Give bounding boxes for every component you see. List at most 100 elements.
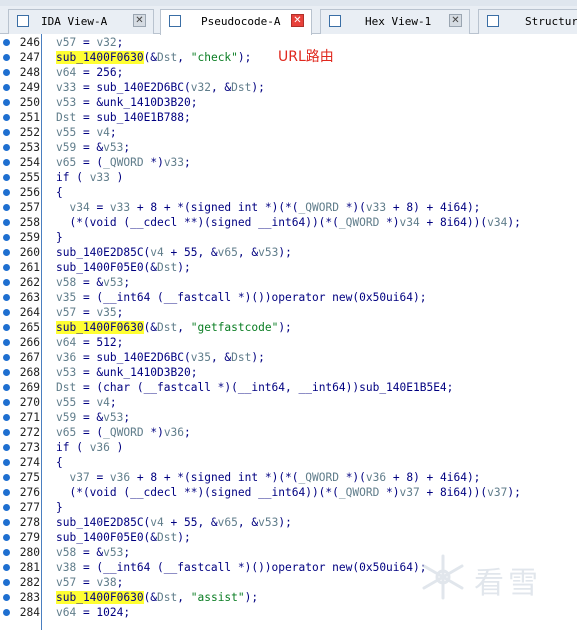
code-text[interactable]: v55 = v4; <box>56 125 117 140</box>
code-text[interactable]: sub_1400F05E0(&Dst); <box>56 260 191 275</box>
breakpoint-dot-icon[interactable] <box>3 564 10 571</box>
tab-structure[interactable]: Structure <box>478 9 577 34</box>
code-line[interactable]: 269 Dst = (char (__fastcall *)(__int64, _… <box>0 380 577 395</box>
code-text[interactable]: sub_1400F0630(&Dst, "assist"); <box>56 590 258 605</box>
code-text[interactable]: v57 = v35; <box>56 305 123 320</box>
code-line[interactable]: 275 v37 = v36 + 8 + *(signed int *)(*(_Q… <box>0 470 577 485</box>
code-text[interactable]: v58 = &v53; <box>56 545 130 560</box>
breakpoint-dot-icon[interactable] <box>3 174 10 181</box>
code-text[interactable]: sub_1400F05E0(&Dst); <box>56 530 191 545</box>
code-text[interactable]: sub_140E2D85C(v4 + 55, &v65, &v53); <box>56 245 292 260</box>
breakpoint-dot-icon[interactable] <box>3 444 10 451</box>
code-text[interactable]: } <box>56 230 63 245</box>
breakpoint-dot-icon[interactable] <box>3 504 10 511</box>
code-line[interactable]: 277} <box>0 500 577 515</box>
breakpoint-dot-icon[interactable] <box>3 324 10 331</box>
breakpoint-dot-icon[interactable] <box>3 519 10 526</box>
breakpoint-dot-icon[interactable] <box>3 204 10 211</box>
breakpoint-dot-icon[interactable] <box>3 384 10 391</box>
code-line[interactable]: 255 if ( v33 ) <box>0 170 577 185</box>
breakpoint-dot-icon[interactable] <box>3 399 10 406</box>
code-text[interactable]: v58 = &v53; <box>56 275 130 290</box>
breakpoint-dot-icon[interactable] <box>3 414 10 421</box>
code-text[interactable]: v53 = &unk_1410D3B20; <box>56 365 197 380</box>
code-text[interactable]: { <box>56 455 63 470</box>
code-text[interactable]: v65 = (_QWORD *)v33; <box>56 155 191 170</box>
code-text[interactable]: v64 = 512; <box>56 335 123 350</box>
breakpoint-dot-icon[interactable] <box>3 114 10 121</box>
code-line[interactable]: 266 v64 = 512; <box>0 335 577 350</box>
code-line[interactable]: 273 if ( v36 ) <box>0 440 577 455</box>
tab-hex-view-1[interactable]: Hex View-1 ✕ <box>320 9 470 34</box>
breakpoint-dot-icon[interactable] <box>3 579 10 586</box>
code-line[interactable]: 262 v58 = &v53; <box>0 275 577 290</box>
code-text[interactable]: (*(void (__cdecl **)(signed __int64))(*(… <box>56 215 520 230</box>
code-line[interactable]: 251 Dst = sub_140E1B788; <box>0 110 577 125</box>
code-line[interactable]: 249 v33 = sub_140E2D6BC(v32, &Dst); <box>0 80 577 95</box>
code-text[interactable]: v55 = v4; <box>56 395 117 410</box>
breakpoint-dot-icon[interactable] <box>3 309 10 316</box>
breakpoint-dot-icon[interactable] <box>3 129 10 136</box>
code-line[interactable]: 271 v59 = &v53; <box>0 410 577 425</box>
breakpoint-dot-icon[interactable] <box>3 144 10 151</box>
code-line[interactable]: 254 v65 = (_QWORD *)v33; <box>0 155 577 170</box>
code-line[interactable]: 261 sub_1400F05E0(&Dst); <box>0 260 577 275</box>
close-icon[interactable]: ✕ <box>133 14 146 27</box>
breakpoint-dot-icon[interactable] <box>3 264 10 271</box>
breakpoint-dot-icon[interactable] <box>3 474 10 481</box>
breakpoint-dot-icon[interactable] <box>3 39 10 46</box>
breakpoint-dot-icon[interactable] <box>3 339 10 346</box>
code-line[interactable]: 276 (*(void (__cdecl **)(signed __int64)… <box>0 485 577 500</box>
code-line[interactable]: 257 v34 = v33 + 8 + *(signed int *)(*(_Q… <box>0 200 577 215</box>
code-text[interactable]: v37 = v36 + 8 + *(signed int *)(*(_QWORD… <box>56 470 480 485</box>
code-text[interactable]: v59 = &v53; <box>56 140 130 155</box>
breakpoint-dot-icon[interactable] <box>3 354 10 361</box>
code-text[interactable]: Dst = (char (__fastcall *)(__int64, __in… <box>56 380 453 395</box>
code-text[interactable]: sub_140E2D85C(v4 + 55, &v65, &v53); <box>56 515 292 530</box>
breakpoint-dot-icon[interactable] <box>3 69 10 76</box>
code-line[interactable]: 256 { <box>0 185 577 200</box>
code-text[interactable]: v64 = 1024; <box>56 605 130 620</box>
code-line[interactable]: 258 (*(void (__cdecl **)(signed __int64)… <box>0 215 577 230</box>
breakpoint-dot-icon[interactable] <box>3 594 10 601</box>
code-line[interactable]: 253 v59 = &v53; <box>0 140 577 155</box>
code-text[interactable]: v34 = v33 + 8 + *(signed int *)(*(_QWORD… <box>56 200 480 215</box>
tab-pseudocode-a[interactable]: Pseudocode-A ✕ <box>160 9 312 35</box>
code-text[interactable]: sub_1400F0630(&Dst, "check"); <box>56 50 251 65</box>
breakpoint-dot-icon[interactable] <box>3 159 10 166</box>
breakpoint-dot-icon[interactable] <box>3 234 10 241</box>
code-line[interactable]: 278 sub_140E2D85C(v4 + 55, &v65, &v53); <box>0 515 577 530</box>
code-text[interactable]: v38 = (__int64 (__fastcall *)())operator… <box>56 560 426 575</box>
code-text[interactable]: v64 = 256; <box>56 65 123 80</box>
code-line[interactable]: 263 v35 = (__int64 (__fastcall *)())opera… <box>0 290 577 305</box>
code-line[interactable]: 248 v64 = 256; <box>0 65 577 80</box>
breakpoint-dot-icon[interactable] <box>3 369 10 376</box>
breakpoint-dot-icon[interactable] <box>3 294 10 301</box>
breakpoint-dot-icon[interactable] <box>3 249 10 256</box>
code-text[interactable]: sub_1400F0630(&Dst, "getfastcode"); <box>56 320 292 335</box>
code-text[interactable]: v65 = (_QWORD *)v36; <box>56 425 191 440</box>
code-line[interactable]: 274 { <box>0 455 577 470</box>
breakpoint-dot-icon[interactable] <box>3 189 10 196</box>
breakpoint-dot-icon[interactable] <box>3 279 10 286</box>
breakpoint-dot-icon[interactable] <box>3 549 10 556</box>
code-text[interactable]: v36 = sub_140E2D6BC(v35, &Dst); <box>56 350 265 365</box>
code-text[interactable]: Dst = sub_140E1B788; <box>56 110 191 125</box>
code-text[interactable]: v59 = &v53; <box>56 410 130 425</box>
code-line[interactable]: 267 v36 = sub_140E2D6BC(v35, &Dst); <box>0 350 577 365</box>
code-text[interactable]: (*(void (__cdecl **)(signed __int64))(*(… <box>56 485 520 500</box>
code-line[interactable]: 259} <box>0 230 577 245</box>
close-icon[interactable]: ✕ <box>291 14 304 27</box>
tab-ida-view-a[interactable]: IDA View-A ✕ <box>8 9 154 34</box>
code-line[interactable]: 270 v55 = v4; <box>0 395 577 410</box>
breakpoint-dot-icon[interactable] <box>3 609 10 616</box>
code-line[interactable]: 250 v53 = &unk_1410D3B20; <box>0 95 577 110</box>
breakpoint-dot-icon[interactable] <box>3 429 10 436</box>
code-line[interactable]: 260 sub_140E2D85C(v4 + 55, &v65, &v53); <box>0 245 577 260</box>
code-text[interactable]: } <box>56 500 63 515</box>
code-text[interactable]: v57 = v32; <box>56 35 123 50</box>
breakpoint-dot-icon[interactable] <box>3 99 10 106</box>
code-line[interactable]: 268 v53 = &unk_1410D3B20; <box>0 365 577 380</box>
code-text[interactable]: v57 = v38; <box>56 575 123 590</box>
close-icon[interactable]: ✕ <box>449 14 462 27</box>
